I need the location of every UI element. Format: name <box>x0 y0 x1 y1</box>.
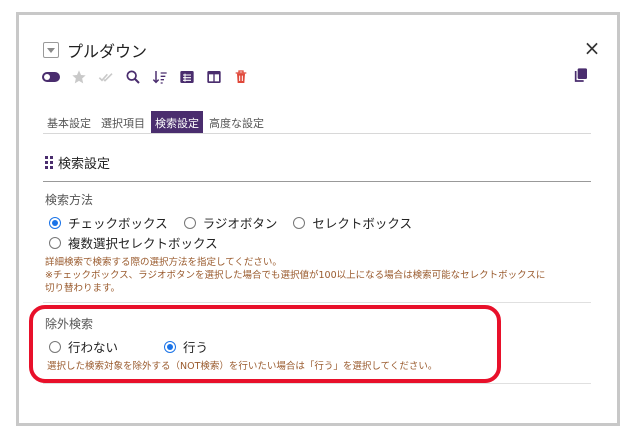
tab-underline <box>43 133 591 134</box>
option-radio-button[interactable]: ラジオボタン <box>183 213 278 232</box>
toggle-icon[interactable] <box>41 68 61 86</box>
window-frame: プルダウン × 基本設定 選択項目 検索設定 高度な設定 検索設定 検索方法 チ… <box>16 12 620 426</box>
tab-choice-items[interactable]: 選択項目 <box>97 111 149 133</box>
tab-basic-settings[interactable]: 基本設定 <box>43 111 95 133</box>
field-divider-bottom <box>43 383 591 384</box>
exclude-search-label: 除外検索 <box>45 317 94 331</box>
search-method-options-row-2: 複数選択セレクトボックス <box>49 233 234 252</box>
list-icon[interactable] <box>178 68 196 86</box>
radio-radio-button[interactable] <box>183 216 196 229</box>
field-divider <box>43 302 591 303</box>
section-title: 検索設定 <box>58 157 111 172</box>
toolbar <box>41 67 259 87</box>
help-line: 詳細検索で検索する際の選択方法を指定してください。 <box>45 257 282 268</box>
radio-exclude[interactable] <box>164 340 177 353</box>
radio-select-box[interactable] <box>293 216 306 229</box>
help-line: 切り替わります。 <box>45 283 121 294</box>
radio-do-not-exclude[interactable] <box>49 340 61 353</box>
option-checkbox[interactable]: チェックボックス <box>49 213 168 232</box>
close-button[interactable]: × <box>581 37 603 59</box>
exclude-search-help: 選択した検索対象を除外する（NOT検索）を行いたい場合は「行う」を選択してくださ… <box>47 361 438 372</box>
sort-icon[interactable] <box>151 68 169 86</box>
search-method-label: 検索方法 <box>45 193 94 207</box>
option-label: セレクトボックス <box>312 216 413 231</box>
option-exclude[interactable]: 行う <box>164 337 208 356</box>
option-label: チェックボックス <box>68 216 168 231</box>
dialog-header: プルダウン <box>43 39 147 61</box>
exclude-search-options: 行わない 行う <box>49 337 224 356</box>
radio-checkbox[interactable] <box>49 216 61 229</box>
copy-icon[interactable] <box>573 67 591 85</box>
option-label: 複数選択セレクトボックス <box>68 236 218 251</box>
star-icon[interactable] <box>70 68 88 86</box>
option-label: 行う <box>183 340 209 355</box>
help-line: ※チェックボックス、ラジオボタンを選択した場合でも選択値が100以上になる場合は… <box>45 270 546 281</box>
search-method-help: 詳細検索で検索する際の選択方法を指定してください。 ※チェックボックス、ラジオボ… <box>45 256 585 295</box>
option-label: 行わない <box>68 340 119 355</box>
tab-search-settings[interactable]: 検索設定 <box>151 111 203 133</box>
dialog-panel: プルダウン × 基本設定 選択項目 検索設定 高度な設定 検索設定 検索方法 チ… <box>19 15 617 423</box>
radio-multi-select-box[interactable] <box>49 236 61 249</box>
grip-icon <box>45 156 53 169</box>
tab-bar: 基本設定 選択項目 検索設定 高度な設定 <box>43 111 270 133</box>
option-label: ラジオボタン <box>202 216 278 231</box>
option-multi-select-box[interactable]: 複数選択セレクトボックス <box>49 233 218 252</box>
section-divider <box>43 181 591 182</box>
tab-advanced-settings[interactable]: 高度な設定 <box>205 111 268 133</box>
trash-icon[interactable] <box>232 68 250 86</box>
double-check-icon[interactable] <box>97 68 115 86</box>
dropdown-type-icon <box>43 42 59 58</box>
dialog-title: プルダウン <box>67 42 148 61</box>
search-icon[interactable] <box>124 68 142 86</box>
section-header: 検索設定 <box>45 153 110 172</box>
search-method-options-row-1: チェックボックス ラジオボタン セレクトボックス <box>49 213 428 232</box>
columns-icon[interactable] <box>205 68 223 86</box>
option-do-not-exclude[interactable]: 行わない <box>49 337 118 356</box>
option-select-box[interactable]: セレクトボックス <box>293 213 412 232</box>
